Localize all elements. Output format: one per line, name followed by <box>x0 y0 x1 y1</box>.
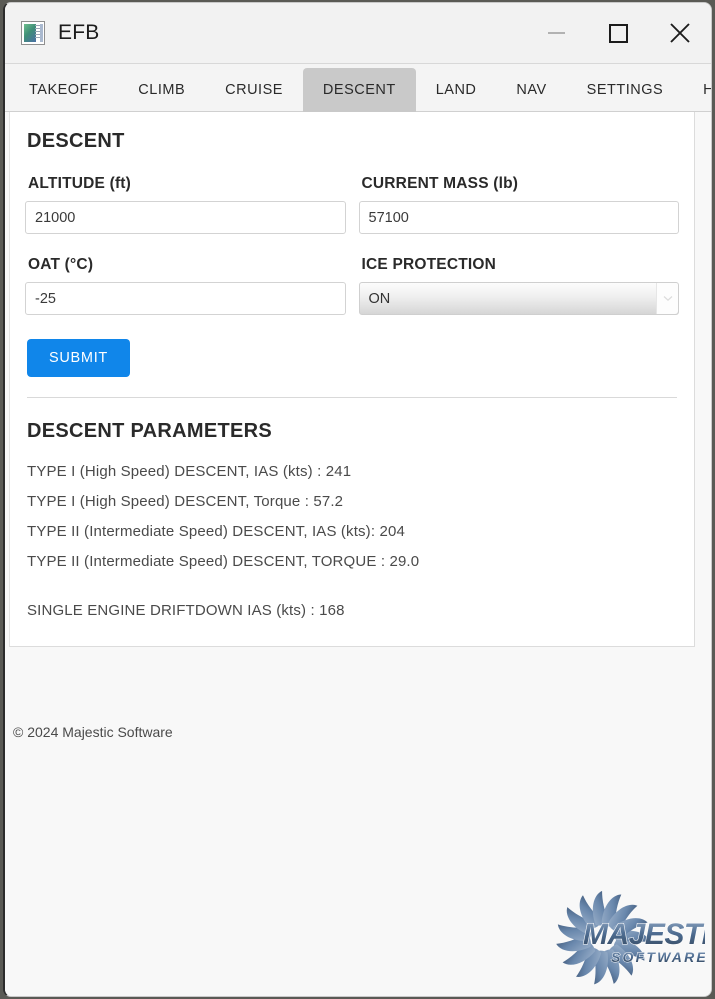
app-icon-side-panel <box>40 24 43 42</box>
close-icon <box>670 23 690 43</box>
result-line-type1-torque: TYPE I (High Speed) DESCENT, Torque : 57… <box>27 493 344 510</box>
result-line-type1-ias: TYPE I (High Speed) DESCENT, IAS (kts) :… <box>27 463 352 480</box>
field-oat: OAT (°C) <box>25 256 346 315</box>
altitude-label: ALTITUDE (ft) <box>28 175 132 192</box>
turbine-logo-icon: MAJESTIC SOFTWARE <box>556 890 705 985</box>
descent-panel: DESCENT ALTITUDE (ft) CURRENT MASS (lb) … <box>9 112 695 647</box>
results-title: DESCENT PARAMETERS <box>27 420 273 442</box>
altitude-input[interactable] <box>25 201 346 234</box>
turbine-blades <box>556 890 650 985</box>
tab-bar: TAKEOFF CLIMB CRUISE DESCENT LAND NAV SE… <box>5 63 711 112</box>
chevron-down-icon <box>663 296 672 302</box>
ice-protection-label: ICE PROTECTION <box>361 256 497 273</box>
maximize-button[interactable] <box>587 3 649 63</box>
title-bar: EFB <box>5 3 711 63</box>
tab-descent[interactable]: DESCENT <box>302 68 416 112</box>
field-altitude: ALTITUDE (ft) <box>25 175 346 234</box>
footer-copyright: © 2024 Majestic Software <box>13 724 173 740</box>
majestic-software-watermark: MAJESTIC SOFTWARE <box>537 882 705 994</box>
watermark-brand-text: MAJESTIC <box>583 918 705 951</box>
page-title: DESCENT <box>27 130 125 152</box>
field-current-mass: CURRENT MASS (lb) <box>358 175 679 234</box>
maximize-icon <box>608 23 628 43</box>
minimize-button[interactable] <box>525 3 587 63</box>
app-window: EFB TAKEOFF CLIMB CRUISE DESCENT LAND NA… <box>3 2 712 997</box>
result-line-type2-ias: TYPE II (Intermediate Speed) DESCENT, IA… <box>27 523 405 540</box>
result-line-driftdown: SINGLE ENGINE DRIFTDOWN IAS (kts) : 168 <box>27 602 345 619</box>
watermark-subbrand-text: SOFTWARE <box>611 949 705 965</box>
descent-form: ALTITUDE (ft) CURRENT MASS (lb) OAT (°C)… <box>25 175 679 337</box>
section-divider <box>27 397 677 398</box>
submit-button[interactable]: SUBMIT <box>27 339 130 377</box>
result-line-type2-torque: TYPE II (Intermediate Speed) DESCENT, TO… <box>27 553 420 570</box>
ice-protection-selected-value: ON <box>358 282 679 315</box>
page-body: DESCENT ALTITUDE (ft) CURRENT MASS (lb) … <box>5 112 711 996</box>
tab-cruise[interactable]: CRUISE <box>205 68 303 112</box>
oat-input[interactable] <box>25 282 346 315</box>
current-mass-input[interactable] <box>358 201 679 234</box>
field-ice-protection: ICE PROTECTION ON <box>358 256 679 315</box>
tab-climb[interactable]: CLIMB <box>118 68 205 112</box>
app-thumbnail-icon <box>21 21 45 45</box>
minimize-icon <box>547 32 565 34</box>
tab-nav[interactable]: NAV <box>496 68 566 112</box>
tab-help[interactable]: HELP <box>683 68 711 112</box>
window-controls <box>525 3 711 63</box>
ice-protection-dropdown-button[interactable] <box>656 283 678 314</box>
current-mass-label: CURRENT MASS (lb) <box>361 175 519 192</box>
window-title: EFB <box>58 21 100 44</box>
ice-protection-select[interactable]: ON <box>358 282 679 315</box>
oat-label: OAT (°C) <box>28 256 94 273</box>
tab-takeoff[interactable]: TAKEOFF <box>9 68 118 112</box>
tab-settings[interactable]: SETTINGS <box>567 68 684 112</box>
tab-land[interactable]: LAND <box>416 68 497 112</box>
close-button[interactable] <box>649 3 711 63</box>
